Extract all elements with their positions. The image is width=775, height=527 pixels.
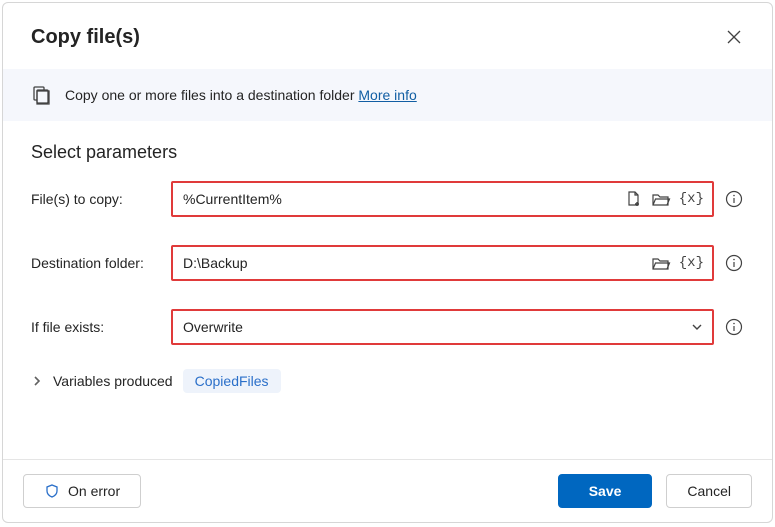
copy-files-dialog: Copy file(s) Copy one or more files into…: [2, 2, 773, 523]
shield-icon: [44, 483, 60, 499]
info-button[interactable]: [724, 189, 744, 209]
destination-folder-label: Destination folder:: [31, 255, 171, 271]
dialog-description-text: Copy one or more files into a destinatio…: [65, 87, 417, 103]
if-file-exists-select[interactable]: Overwrite: [171, 309, 714, 345]
variable-icon[interactable]: {x}: [679, 255, 704, 271]
save-button[interactable]: Save: [558, 474, 653, 508]
if-file-exists-label: If file exists:: [31, 319, 171, 335]
on-error-label: On error: [68, 483, 120, 499]
destination-folder-field[interactable]: {x}: [171, 245, 714, 281]
copy-files-icon: [31, 85, 51, 105]
dialog-footer: On error Save Cancel: [3, 459, 772, 522]
parameters-heading: Select parameters: [31, 142, 744, 163]
variable-icon[interactable]: {x}: [679, 191, 704, 207]
if-file-exists-value: Overwrite: [183, 319, 690, 335]
dialog-description-bar: Copy one or more files into a destinatio…: [3, 69, 772, 122]
destination-folder-input[interactable]: [183, 255, 651, 271]
row-files-to-copy: File(s) to copy:: [31, 181, 744, 217]
files-to-copy-field[interactable]: {x}: [171, 181, 714, 217]
files-to-copy-input[interactable]: [183, 191, 625, 207]
chevron-down-icon[interactable]: [690, 320, 704, 334]
dialog-header: Copy file(s): [3, 3, 772, 69]
info-button[interactable]: [724, 253, 744, 273]
cancel-button[interactable]: Cancel: [666, 474, 752, 508]
info-button[interactable]: [724, 317, 744, 337]
row-if-file-exists: If file exists: Overwrite: [31, 309, 744, 345]
save-label: Save: [589, 483, 622, 499]
parameters-section: Select parameters File(s) to copy:: [3, 122, 772, 393]
file-picker-icon[interactable]: [625, 190, 643, 208]
close-icon: [727, 30, 741, 44]
on-error-button[interactable]: On error: [23, 474, 141, 508]
folder-open-icon[interactable]: [651, 190, 671, 208]
close-button[interactable]: [718, 21, 750, 53]
row-destination-folder: Destination folder: {x}: [31, 245, 744, 281]
folder-open-icon[interactable]: [651, 254, 671, 272]
files-to-copy-label: File(s) to copy:: [31, 191, 171, 207]
variables-produced-row: Variables produced CopiedFiles: [31, 369, 744, 393]
variables-expand-toggle[interactable]: [31, 375, 43, 387]
cancel-label: Cancel: [687, 483, 731, 499]
dialog-description-label: Copy one or more files into a destinatio…: [65, 87, 355, 103]
dialog-title: Copy file(s): [31, 26, 140, 49]
more-info-link[interactable]: More info: [358, 87, 416, 103]
variable-chip-copiedfiles[interactable]: CopiedFiles: [183, 369, 281, 393]
variables-produced-label: Variables produced: [53, 373, 173, 389]
